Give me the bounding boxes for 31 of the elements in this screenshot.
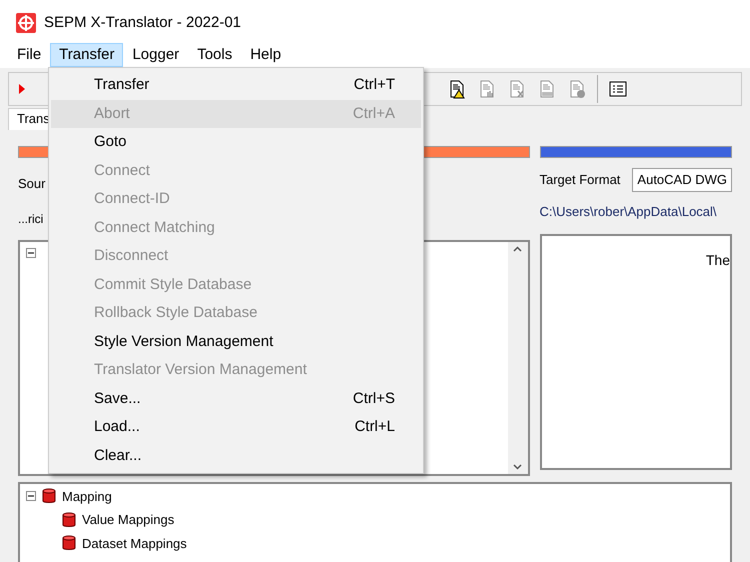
- menu-item[interactable]: Logger: [123, 43, 188, 67]
- app-logo-icon: [16, 13, 36, 33]
- menu-item[interactable]: Clear...: [51, 442, 421, 470]
- format-dropdown[interactable]: AutoCAD DWG: [632, 168, 732, 192]
- menu-item[interactable]: Transfer: [50, 43, 124, 67]
- collapse-icon[interactable]: [26, 248, 36, 258]
- database-icon: [42, 488, 56, 504]
- scroll-down-icon[interactable]: [513, 464, 522, 470]
- collapse-icon[interactable]: [26, 491, 36, 502]
- menu-item[interactable]: File: [8, 43, 50, 67]
- menu-item[interactable]: Help: [241, 43, 290, 67]
- menu-item[interactable]: Style Version Management: [51, 328, 421, 356]
- target-path: C:\Users\rober\AppData\Local\: [540, 203, 717, 221]
- preview-text: The: [706, 250, 730, 270]
- scroll-up-icon[interactable]: [513, 246, 522, 252]
- window-title: SEPM X-Translator - 2022-01: [44, 12, 242, 33]
- menu-item[interactable]: Goto: [51, 128, 421, 156]
- scrollbar[interactable]: [508, 242, 528, 474]
- source-label: Sour: [18, 175, 46, 193]
- database-icon: [62, 535, 76, 552]
- source-path: ...rici: [18, 210, 44, 228]
- menu-item[interactable]: Load... Ctrl+L: [51, 413, 421, 442]
- tree-item[interactable]: Mapping: [62, 486, 112, 506]
- target-format-label: Target Format: [540, 171, 620, 190]
- menu-item[interactable]: Save... Ctrl+S: [51, 384, 421, 413]
- tree-item[interactable]: Dataset Mappings: [82, 534, 187, 553]
- run-icon[interactable]: [17, 83, 27, 95]
- menu-item[interactable]: Tools: [188, 43, 242, 67]
- tree-item[interactable]: Value Mappings: [82, 510, 174, 530]
- list-icon[interactable]: [608, 80, 628, 98]
- database-icon: [62, 512, 76, 528]
